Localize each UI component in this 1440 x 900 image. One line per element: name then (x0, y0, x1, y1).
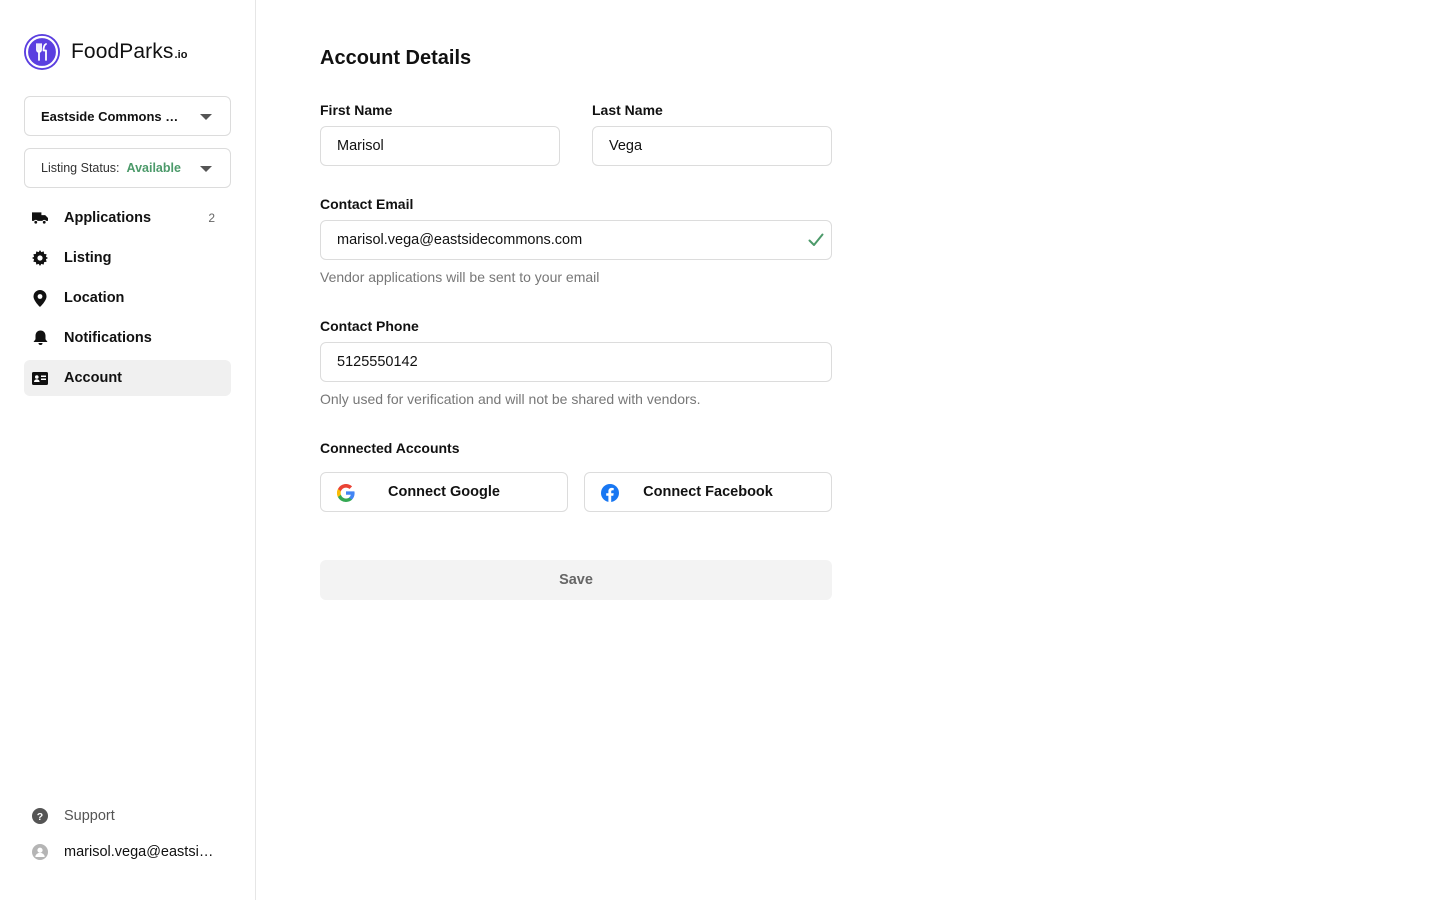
truck-icon (32, 210, 48, 226)
last-name-label: Last Name (592, 102, 663, 118)
last-name-input[interactable] (592, 126, 832, 166)
connected-accounts-label: Connected Accounts (320, 440, 460, 456)
sidebar-footer: ? Support marisol.vega@eastsidecommons.c… (24, 798, 231, 870)
user-email: marisol.vega@eastsidecommons.com (64, 844, 219, 860)
first-name-input[interactable] (320, 126, 560, 166)
sidebar: FoodParks.io Eastside Commons Food Park … (0, 0, 256, 900)
listing-status-value: Available (126, 161, 181, 175)
listing-status-label: Listing Status: (41, 161, 120, 175)
sidebar-item-label: Notifications (64, 330, 152, 346)
sidebar-item-label: Listing (64, 250, 112, 266)
contact-phone-input[interactable] (320, 342, 832, 382)
svg-text:?: ? (37, 811, 43, 823)
connect-google-button[interactable]: Connect Google (320, 472, 568, 512)
contact-email-label: Contact Email (320, 196, 414, 212)
bell-icon (32, 330, 48, 346)
listing-status-select[interactable]: Listing Status: Available (24, 148, 231, 188)
food-park-select[interactable]: Eastside Commons Food Park (24, 96, 231, 136)
user-avatar-icon (32, 844, 48, 860)
chevron-down-icon (200, 166, 212, 172)
map-pin-icon (32, 289, 48, 307)
sidebar-item-location[interactable]: Location (24, 280, 231, 316)
brand-suffix: .io (174, 49, 188, 61)
connect-facebook-button[interactable]: Connect Facebook (584, 472, 832, 512)
sidebar-item-label: Applications (64, 210, 152, 226)
brand-name: FoodParks.io (71, 40, 188, 63)
facebook-icon (601, 484, 619, 502)
connect-facebook-label: Connect Facebook (643, 484, 773, 500)
check-icon (808, 233, 824, 252)
brand-logo[interactable]: FoodParks.io (24, 34, 188, 70)
sidebar-item-listing[interactable]: Listing (24, 240, 231, 276)
sidebar-item-account[interactable]: Account (24, 360, 231, 396)
support-link[interactable]: ? Support (24, 798, 231, 834)
food-park-select-value: Eastside Commons Food Park (41, 108, 181, 124)
save-button-label: Save (559, 572, 593, 588)
sidebar-item-label: Location (64, 290, 125, 306)
page-title: Account Details (320, 47, 472, 69)
fork-knife-icon (24, 34, 60, 70)
id-card-icon (32, 370, 48, 386)
sidebar-nav: Applications 2 Listing Location Notifica… (24, 200, 231, 400)
help-circle-icon: ? (32, 808, 48, 824)
save-button[interactable]: Save (320, 560, 832, 600)
contact-phone-hint: Only used for verification and will not … (320, 391, 701, 407)
contact-email-hint: Vendor applications will be sent to your… (320, 269, 600, 285)
sidebar-item-applications[interactable]: Applications 2 (24, 200, 231, 236)
gear-icon (32, 250, 48, 266)
connect-google-label: Connect Google (388, 484, 500, 500)
contact-phone-label: Contact Phone (320, 318, 419, 334)
sidebar-item-label: Account (64, 370, 122, 386)
sidebar-item-notifications[interactable]: Notifications (24, 320, 231, 356)
chevron-down-icon (200, 114, 212, 120)
support-label: Support (64, 808, 115, 824)
applications-count-badge: 2 (208, 211, 215, 225)
user-account-menu[interactable]: marisol.vega@eastsidecommons.com (24, 834, 231, 870)
google-icon (336, 483, 355, 503)
contact-email-input[interactable] (320, 220, 832, 260)
first-name-label: First Name (320, 102, 393, 118)
